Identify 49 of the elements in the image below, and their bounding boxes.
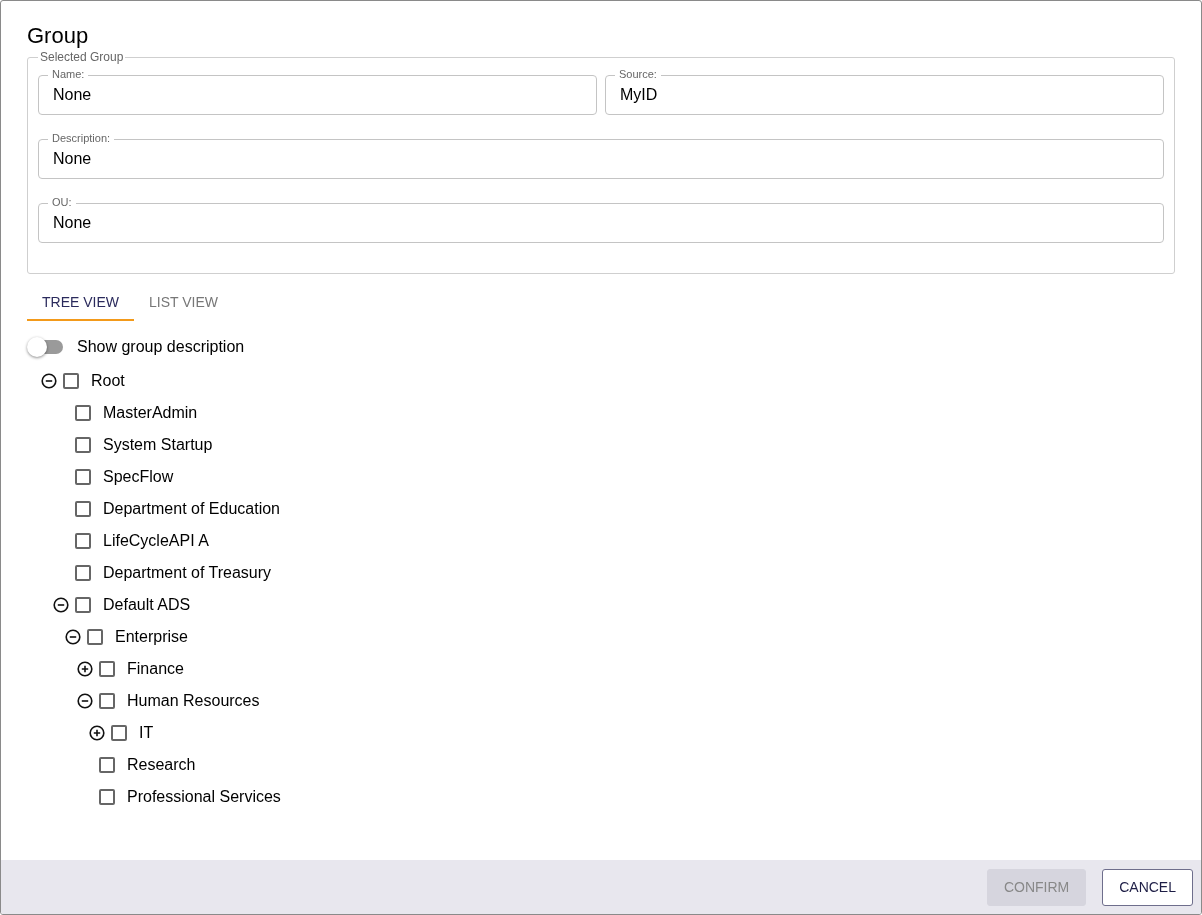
tree-item-label[interactable]: SpecFlow [103, 468, 174, 486]
field-label: OU: [48, 195, 76, 209]
tree-item-label[interactable]: LifeCycleAPI A [103, 532, 209, 550]
tree-item-label[interactable]: Department of Education [103, 500, 280, 518]
collapse-icon[interactable] [41, 373, 57, 389]
tree-item-label[interactable]: System Startup [103, 436, 213, 454]
view-tab[interactable]: LIST VIEW [134, 284, 233, 321]
tree-item-label[interactable]: Professional Services [127, 788, 281, 806]
checkbox[interactable] [75, 405, 91, 421]
field-value: None [53, 150, 92, 168]
collapse-icon[interactable] [65, 629, 81, 645]
field-label: Source: [615, 67, 661, 81]
checkbox[interactable] [99, 693, 115, 709]
field-value: MyID [620, 86, 658, 104]
checkbox[interactable] [99, 757, 115, 773]
field-value: None [53, 214, 92, 232]
field-label: Name: [48, 67, 89, 81]
tree-item-label[interactable]: Research [127, 756, 196, 774]
checkbox[interactable] [87, 629, 103, 645]
dialog-button[interactable]: CANCEL [1102, 868, 1193, 906]
tree-item-label[interactable]: MasterAdmin [103, 404, 198, 422]
expand-icon[interactable] [77, 661, 93, 677]
tree-item-label[interactable]: Default ADS [103, 596, 191, 614]
expand-icon[interactable] [89, 725, 105, 741]
checkbox[interactable] [75, 565, 91, 581]
collapse-icon[interactable] [53, 597, 69, 613]
checkbox[interactable] [99, 789, 115, 805]
checkbox[interactable] [75, 437, 91, 453]
collapse-icon[interactable] [77, 693, 93, 709]
checkbox[interactable] [75, 533, 91, 549]
group-legend: Selected Group [38, 50, 126, 64]
checkbox[interactable] [99, 661, 115, 677]
checkbox[interactable] [75, 597, 91, 613]
view-tab[interactable]: TREE VIEW [27, 284, 134, 321]
tree-item-label[interactable]: Human Resources [127, 692, 260, 710]
dialog-title: Group [27, 23, 90, 49]
tree-item-label[interactable]: Enterprise [115, 628, 188, 646]
tree-item-label[interactable]: Root [91, 372, 125, 390]
checkbox[interactable] [63, 373, 79, 389]
field-label: Description: [48, 131, 115, 145]
tree-item-label[interactable]: IT [139, 724, 154, 742]
tree-item-label[interactable]: Department of Treasury [103, 564, 272, 582]
checkbox[interactable] [75, 469, 91, 485]
toggle-label: Show group description [77, 338, 245, 356]
field-value: None [53, 86, 92, 104]
checkbox[interactable] [111, 725, 127, 741]
checkbox[interactable] [75, 501, 91, 517]
toggle-switch[interactable] [27, 337, 65, 357]
tree-item-label[interactable]: Finance [127, 660, 184, 678]
